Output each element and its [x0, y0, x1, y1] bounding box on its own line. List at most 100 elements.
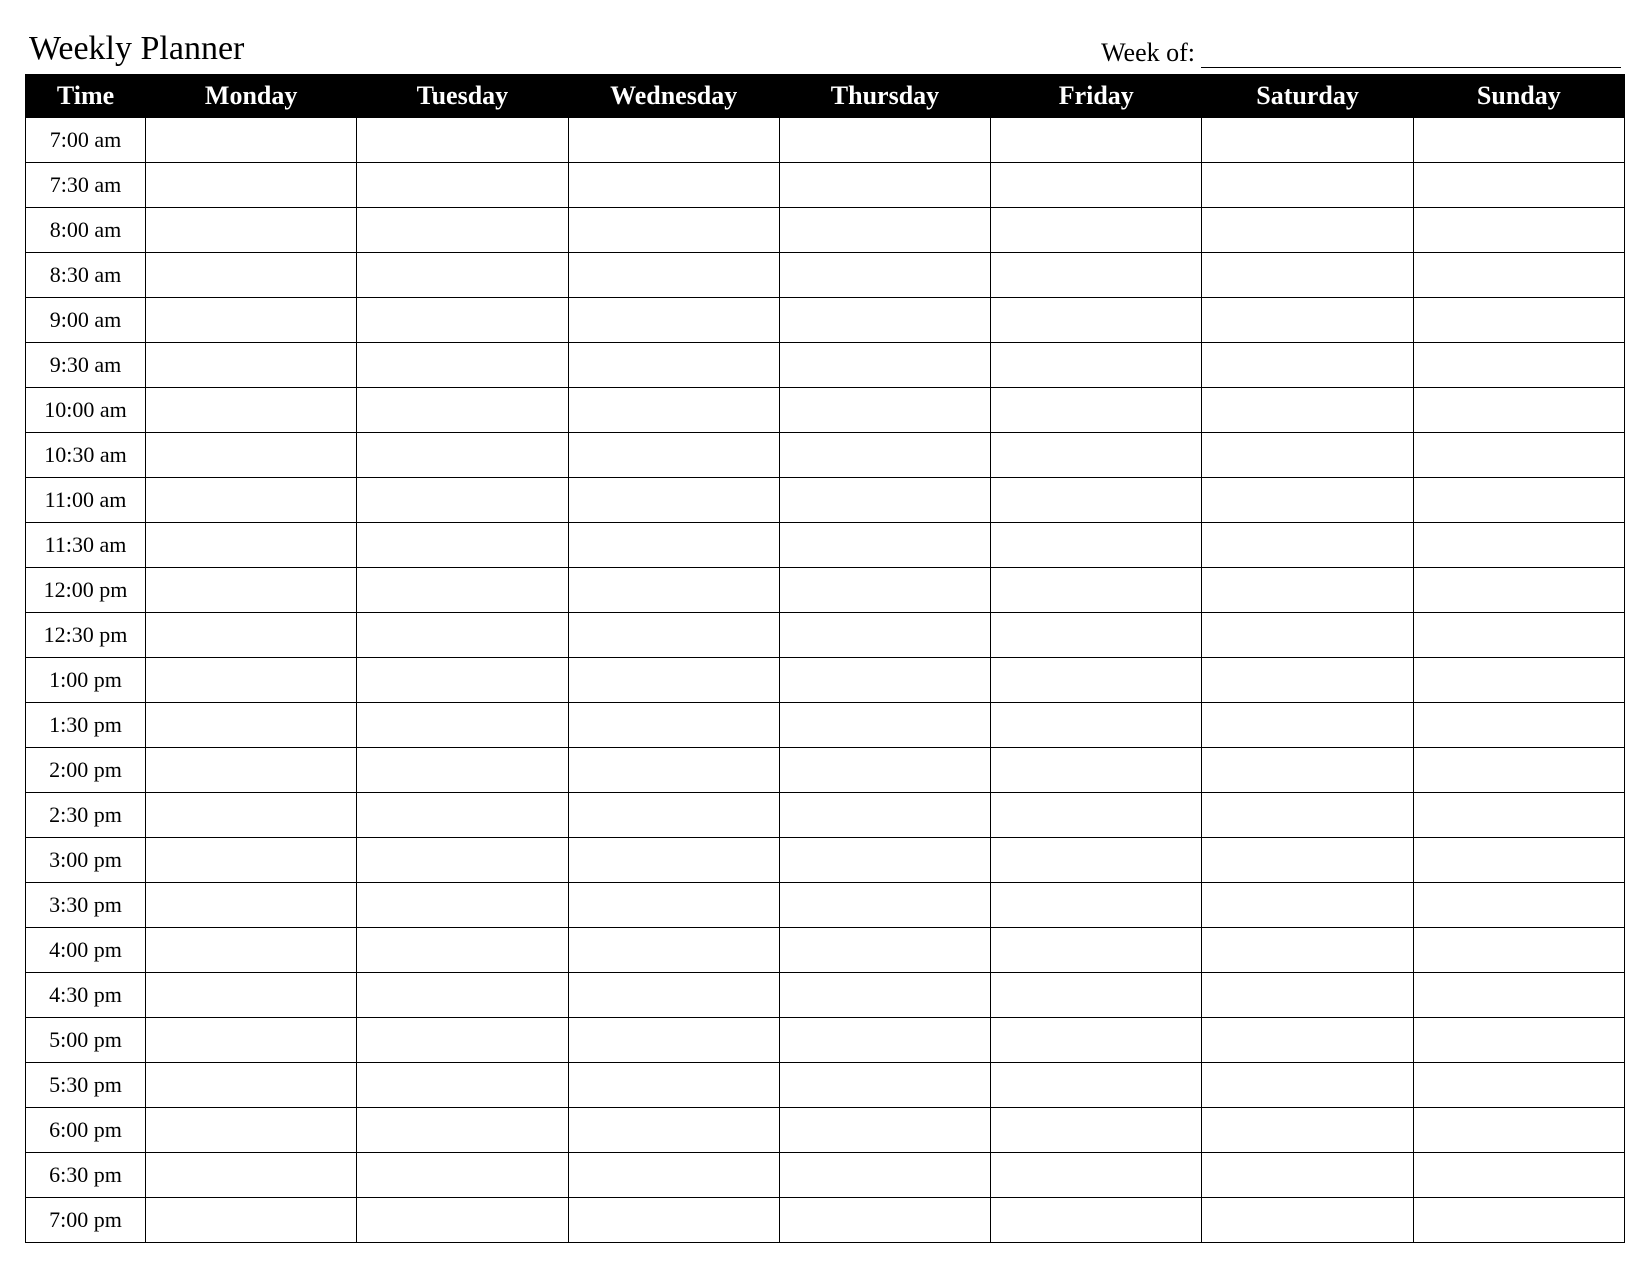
planner-cell[interactable] [1202, 1063, 1413, 1108]
planner-cell[interactable] [357, 253, 568, 298]
planner-cell[interactable] [1413, 118, 1624, 163]
planner-cell[interactable] [1202, 1108, 1413, 1153]
planner-cell[interactable] [991, 253, 1202, 298]
planner-cell[interactable] [991, 568, 1202, 613]
planner-cell[interactable] [357, 523, 568, 568]
planner-cell[interactable] [1413, 928, 1624, 973]
planner-cell[interactable] [1413, 883, 1624, 928]
planner-cell[interactable] [779, 658, 990, 703]
planner-cell[interactable] [1413, 208, 1624, 253]
planner-cell[interactable] [357, 658, 568, 703]
planner-cell[interactable] [1202, 343, 1413, 388]
planner-cell[interactable] [357, 838, 568, 883]
planner-cell[interactable] [1413, 748, 1624, 793]
planner-cell[interactable] [1202, 433, 1413, 478]
planner-cell[interactable] [991, 298, 1202, 343]
planner-cell[interactable] [146, 523, 357, 568]
planner-cell[interactable] [568, 838, 779, 883]
planner-cell[interactable] [779, 388, 990, 433]
planner-cell[interactable] [357, 793, 568, 838]
planner-cell[interactable] [1413, 1198, 1624, 1243]
planner-cell[interactable] [991, 163, 1202, 208]
planner-cell[interactable] [991, 973, 1202, 1018]
planner-cell[interactable] [1202, 883, 1413, 928]
planner-cell[interactable] [991, 838, 1202, 883]
planner-cell[interactable] [779, 748, 990, 793]
planner-cell[interactable] [1202, 1198, 1413, 1243]
planner-cell[interactable] [146, 703, 357, 748]
planner-cell[interactable] [991, 928, 1202, 973]
planner-cell[interactable] [779, 613, 990, 658]
planner-cell[interactable] [1413, 1153, 1624, 1198]
planner-cell[interactable] [568, 1018, 779, 1063]
planner-cell[interactable] [568, 343, 779, 388]
planner-cell[interactable] [1413, 838, 1624, 883]
planner-cell[interactable] [1413, 1018, 1624, 1063]
planner-cell[interactable] [991, 748, 1202, 793]
planner-cell[interactable] [991, 883, 1202, 928]
planner-cell[interactable] [991, 1198, 1202, 1243]
planner-cell[interactable] [779, 343, 990, 388]
planner-cell[interactable] [357, 883, 568, 928]
planner-cell[interactable] [357, 928, 568, 973]
planner-cell[interactable] [1202, 658, 1413, 703]
planner-cell[interactable] [1413, 613, 1624, 658]
planner-cell[interactable] [779, 1018, 990, 1063]
planner-cell[interactable] [991, 1108, 1202, 1153]
planner-cell[interactable] [1202, 703, 1413, 748]
planner-cell[interactable] [146, 118, 357, 163]
planner-cell[interactable] [991, 1063, 1202, 1108]
planner-cell[interactable] [1413, 973, 1624, 1018]
planner-cell[interactable] [1413, 253, 1624, 298]
planner-cell[interactable] [357, 1198, 568, 1243]
planner-cell[interactable] [146, 388, 357, 433]
planner-cell[interactable] [991, 388, 1202, 433]
planner-cell[interactable] [357, 388, 568, 433]
planner-cell[interactable] [357, 973, 568, 1018]
planner-cell[interactable] [779, 118, 990, 163]
planner-cell[interactable] [357, 118, 568, 163]
planner-cell[interactable] [146, 883, 357, 928]
planner-cell[interactable] [1202, 928, 1413, 973]
planner-cell[interactable] [1413, 703, 1624, 748]
planner-cell[interactable] [1413, 343, 1624, 388]
planner-cell[interactable] [1202, 838, 1413, 883]
planner-cell[interactable] [1413, 793, 1624, 838]
planner-cell[interactable] [1202, 118, 1413, 163]
planner-cell[interactable] [568, 1063, 779, 1108]
planner-cell[interactable] [991, 613, 1202, 658]
planner-cell[interactable] [1413, 568, 1624, 613]
planner-cell[interactable] [779, 208, 990, 253]
planner-cell[interactable] [1413, 388, 1624, 433]
planner-cell[interactable] [146, 1063, 357, 1108]
planner-cell[interactable] [146, 253, 357, 298]
planner-cell[interactable] [568, 748, 779, 793]
planner-cell[interactable] [991, 208, 1202, 253]
planner-cell[interactable] [568, 658, 779, 703]
planner-cell[interactable] [146, 298, 357, 343]
planner-cell[interactable] [779, 478, 990, 523]
planner-cell[interactable] [357, 613, 568, 658]
planner-cell[interactable] [779, 1198, 990, 1243]
planner-cell[interactable] [146, 928, 357, 973]
planner-cell[interactable] [779, 928, 990, 973]
planner-cell[interactable] [568, 478, 779, 523]
planner-cell[interactable] [357, 568, 568, 613]
week-of-input-line[interactable] [1201, 42, 1621, 68]
planner-cell[interactable] [357, 703, 568, 748]
planner-cell[interactable] [146, 1198, 357, 1243]
planner-cell[interactable] [357, 298, 568, 343]
planner-cell[interactable] [357, 433, 568, 478]
planner-cell[interactable] [146, 613, 357, 658]
planner-cell[interactable] [568, 388, 779, 433]
planner-cell[interactable] [568, 298, 779, 343]
planner-cell[interactable] [568, 1153, 779, 1198]
planner-cell[interactable] [146, 1018, 357, 1063]
planner-cell[interactable] [1202, 793, 1413, 838]
planner-cell[interactable] [991, 523, 1202, 568]
planner-cell[interactable] [357, 1063, 568, 1108]
planner-cell[interactable] [146, 748, 357, 793]
planner-cell[interactable] [146, 1153, 357, 1198]
planner-cell[interactable] [146, 973, 357, 1018]
planner-cell[interactable] [1202, 388, 1413, 433]
